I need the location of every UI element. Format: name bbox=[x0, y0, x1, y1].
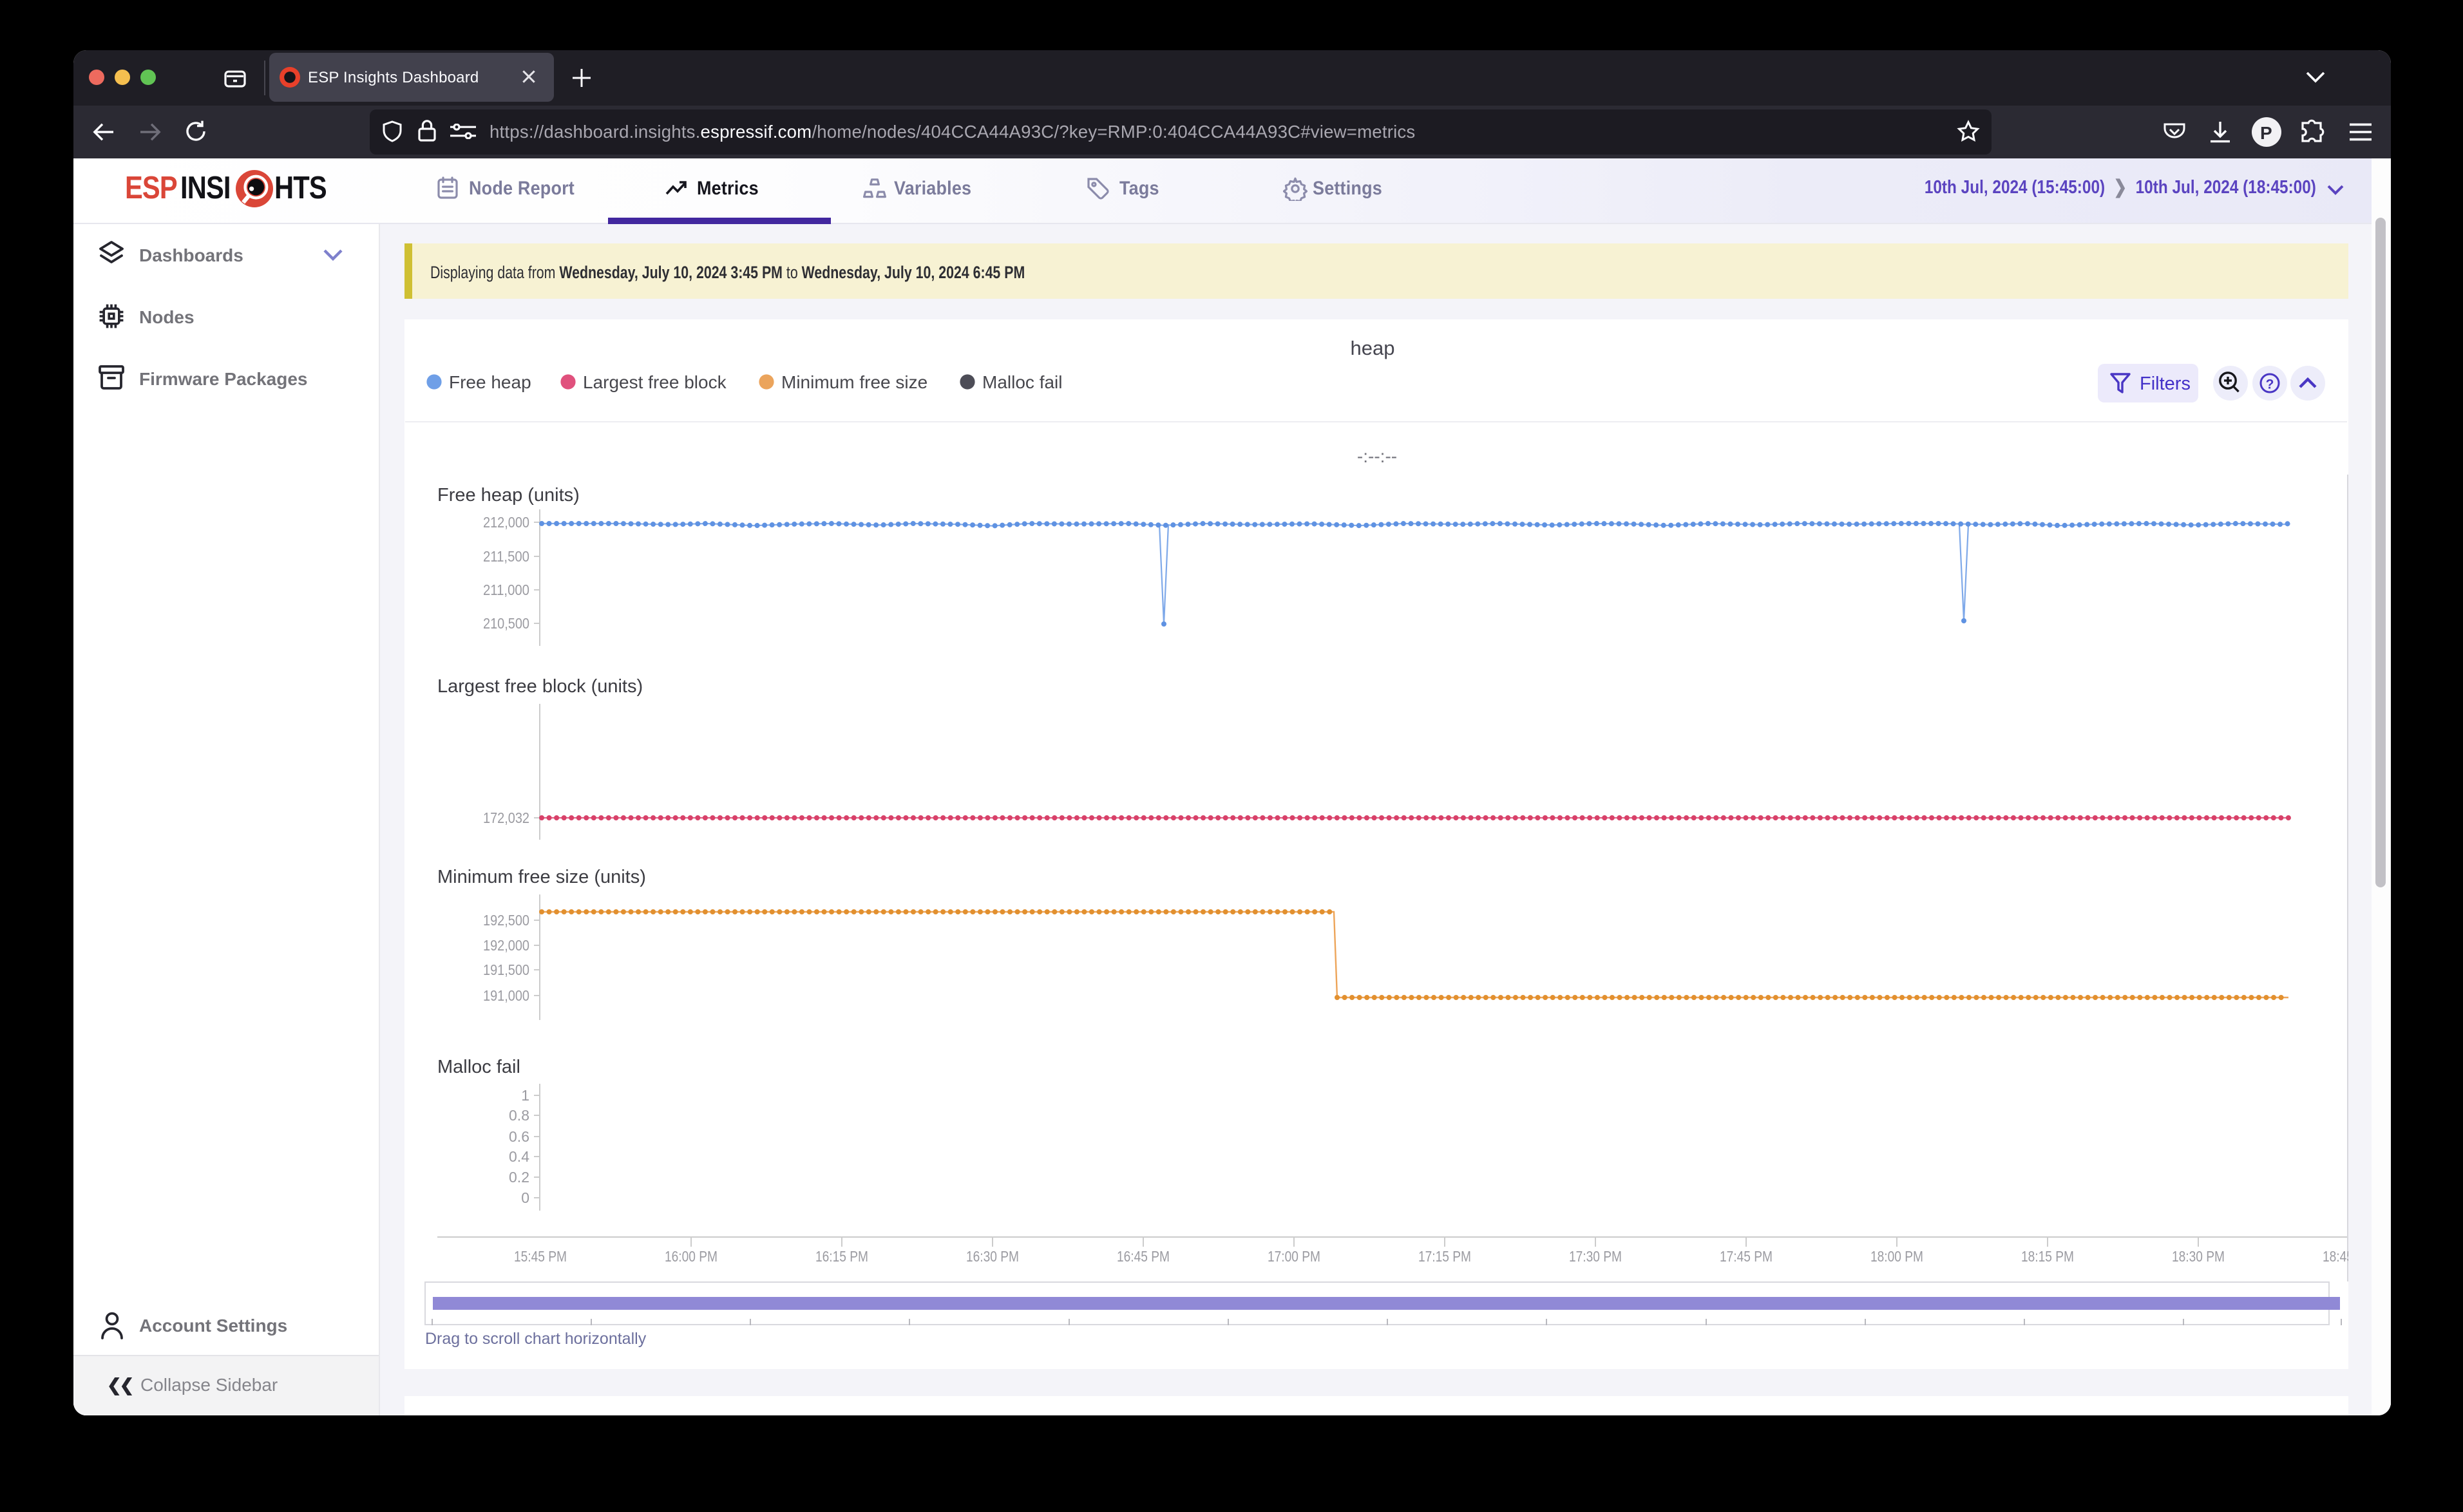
svg-text:191,000: 191,000 bbox=[482, 987, 529, 1003]
svg-text:?: ? bbox=[2265, 376, 2274, 391]
svg-text:210,500: 210,500 bbox=[482, 614, 529, 631]
svg-text:16:30 PM: 16:30 PM bbox=[965, 1247, 1018, 1264]
svg-text:18:15 PM: 18:15 PM bbox=[2021, 1247, 2073, 1264]
svg-text:Malloc fail: Malloc fail bbox=[982, 372, 1061, 392]
svg-text:212,000: 212,000 bbox=[482, 513, 529, 530]
svg-text:16:00 PM: 16:00 PM bbox=[664, 1247, 717, 1264]
svg-text:211,500: 211,500 bbox=[482, 547, 529, 564]
svg-text:Malloc fail: Malloc fail bbox=[437, 1056, 520, 1077]
svg-text:-:--:--: -:--:-- bbox=[1356, 446, 1396, 466]
svg-text:18:00 PM: 18:00 PM bbox=[1870, 1247, 1923, 1264]
svg-text:Largest free block (units): Largest free block (units) bbox=[437, 676, 642, 696]
svg-text:0.6: 0.6 bbox=[508, 1128, 529, 1144]
svg-text:17:30 PM: 17:30 PM bbox=[1568, 1247, 1621, 1264]
svg-text:0.8: 0.8 bbox=[508, 1106, 529, 1123]
svg-text:0.2: 0.2 bbox=[508, 1168, 529, 1185]
svg-text:Minimum free size: Minimum free size bbox=[781, 372, 927, 392]
svg-text:18:45 PM: 18:45 PM bbox=[2322, 1247, 2348, 1264]
svg-text:16:15 PM: 16:15 PM bbox=[815, 1247, 868, 1264]
svg-text:15:45 PM: 15:45 PM bbox=[513, 1247, 566, 1264]
svg-text:Largest free block: Largest free block bbox=[582, 372, 727, 392]
svg-text:17:00 PM: 17:00 PM bbox=[1267, 1247, 1320, 1264]
svg-text:18:30 PM: 18:30 PM bbox=[2171, 1247, 2224, 1264]
svg-text:Filters: Filters bbox=[2139, 373, 2190, 393]
svg-text:17:15 PM: 17:15 PM bbox=[1418, 1247, 1470, 1264]
svg-text:0: 0 bbox=[520, 1189, 529, 1205]
svg-text:191,500: 191,500 bbox=[482, 961, 529, 978]
svg-text:211,000: 211,000 bbox=[482, 581, 529, 598]
svg-text:1: 1 bbox=[520, 1086, 529, 1103]
svg-text:172,032: 172,032 bbox=[482, 809, 529, 826]
svg-text:heap: heap bbox=[1350, 336, 1394, 359]
svg-text:Free heap (units): Free heap (units) bbox=[437, 484, 579, 505]
svg-text:16:45 PM: 16:45 PM bbox=[1116, 1247, 1169, 1264]
svg-text:192,000: 192,000 bbox=[482, 936, 529, 953]
svg-text:17:45 PM: 17:45 PM bbox=[1719, 1247, 1772, 1264]
svg-text:0.4: 0.4 bbox=[508, 1148, 529, 1164]
svg-text:192,500: 192,500 bbox=[482, 911, 529, 928]
svg-text:Free heap: Free heap bbox=[448, 372, 531, 392]
svg-text:Minimum free size (units): Minimum free size (units) bbox=[437, 866, 645, 887]
svg-text:Drag to scroll chart horizonta: Drag to scroll chart horizontally bbox=[424, 1329, 646, 1347]
